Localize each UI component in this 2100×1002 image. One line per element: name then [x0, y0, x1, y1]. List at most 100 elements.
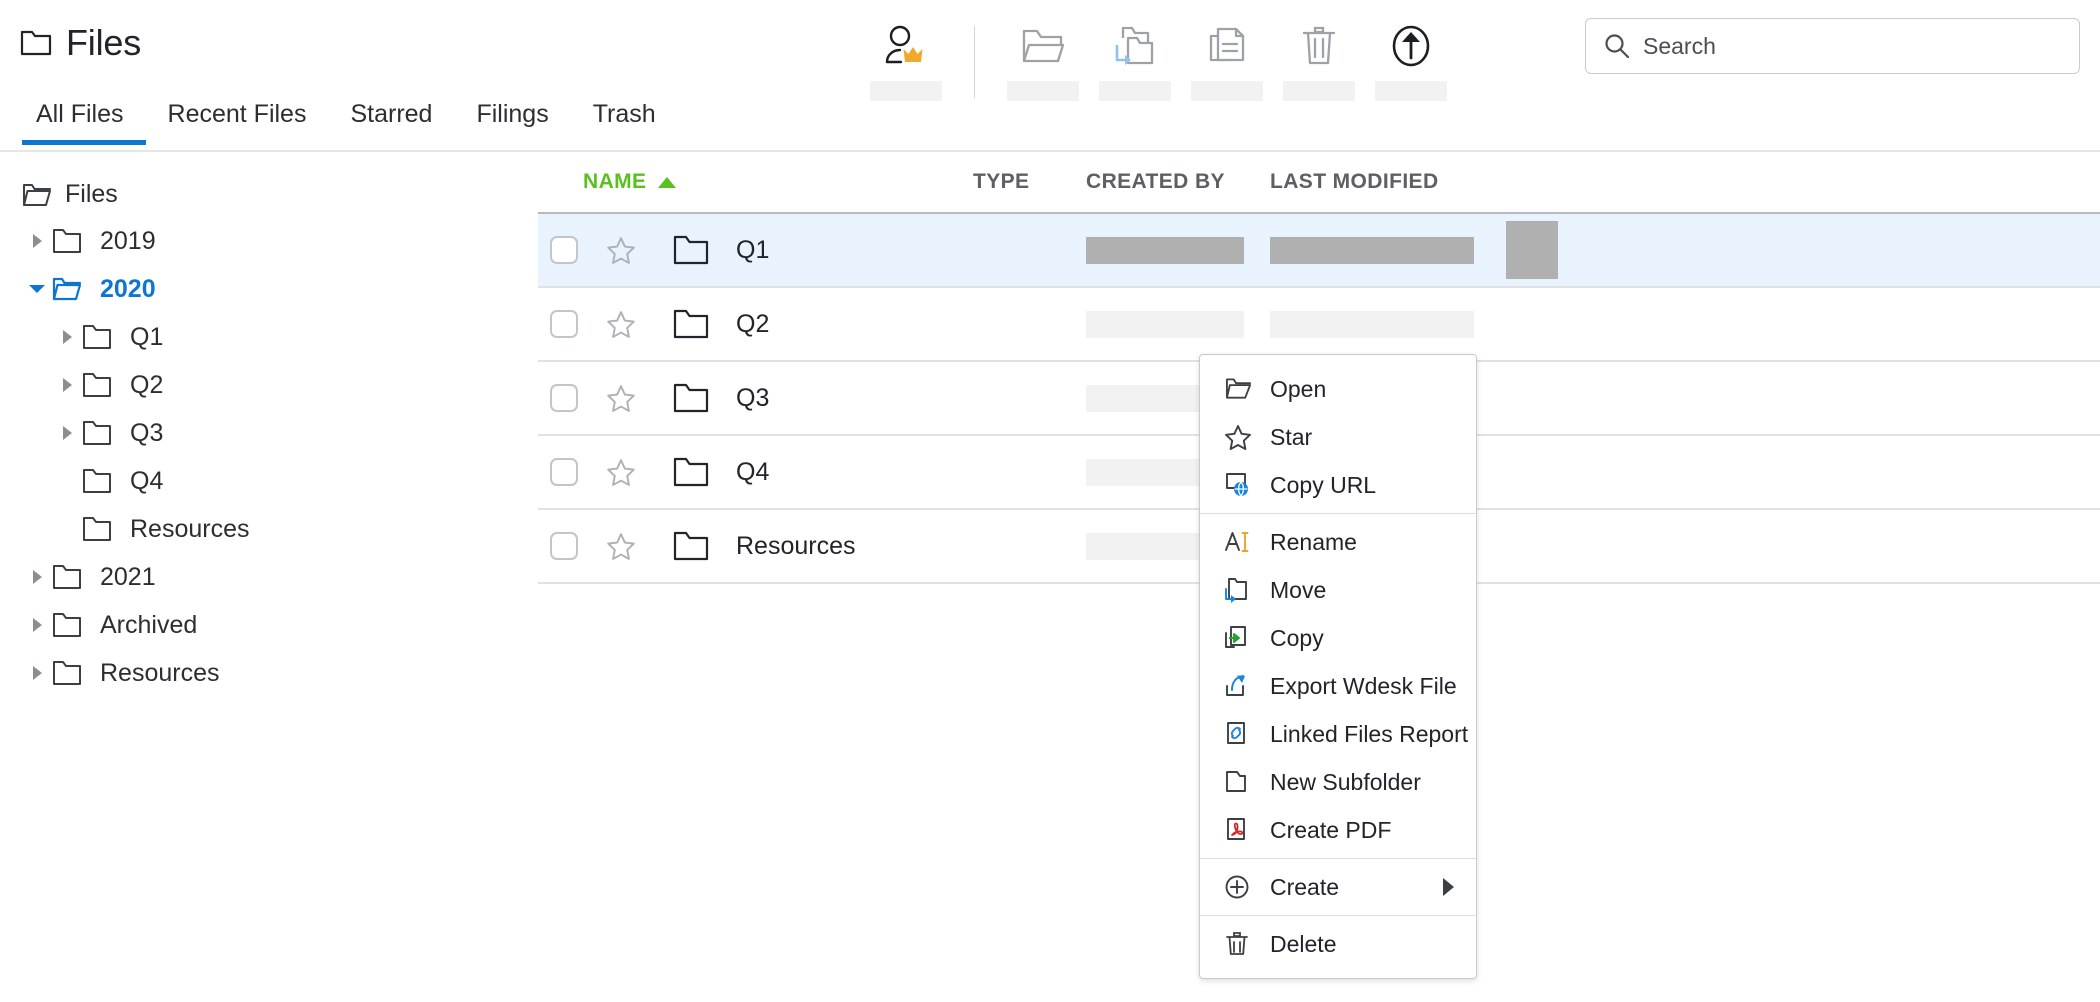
folder-icon	[652, 383, 730, 413]
caret-right-icon[interactable]	[22, 226, 52, 256]
context-menu-group: Rename Move Copy Export Wdesk File Linked Fi…	[1200, 513, 1476, 858]
toolbar-button-copy[interactable]	[1181, 10, 1273, 101]
link-document-icon	[1220, 721, 1256, 748]
caret-right-icon[interactable]	[22, 658, 52, 688]
body-area: Files 2019 2020 Q1 Q2 Q3 Q4 Resources 2021 Archi…	[0, 152, 2100, 1002]
copy-documents-icon	[1205, 24, 1249, 68]
context-menu-item-label: Linked Files Report	[1270, 720, 1469, 747]
caret-right-icon[interactable]	[52, 322, 82, 352]
row-checkbox[interactable]	[538, 383, 590, 413]
context-menu-item-create-pdf[interactable]: Create PDF	[1200, 806, 1476, 854]
created-by-placeholder	[1086, 310, 1244, 338]
copy-url-globe-icon	[1220, 472, 1256, 499]
caret-right-icon[interactable]	[52, 418, 82, 448]
context-menu-item-label: Star	[1270, 423, 1313, 450]
row-star-icon[interactable]	[590, 532, 652, 561]
trash-icon	[1299, 24, 1339, 68]
context-menu-item-create[interactable]: Create	[1200, 863, 1476, 911]
sidebar-root-files[interactable]: Files	[0, 172, 538, 217]
row-checkbox[interactable]	[538, 235, 590, 265]
sidebar-item-q2[interactable]: Q2	[0, 361, 538, 409]
context-menu-item-copy-url[interactable]: Copy URL	[1200, 461, 1476, 509]
toolbar-divider	[974, 26, 975, 98]
context-menu-item-label: Export Wdesk File	[1270, 672, 1457, 699]
table-row[interactable]: Q2	[538, 288, 2100, 362]
caret-spacer	[52, 514, 82, 544]
row-name: Resources	[736, 531, 856, 560]
sidebar-item-q4[interactable]: Q4	[0, 457, 538, 505]
context-menu-item-open[interactable]: Open	[1200, 365, 1476, 413]
toolbar-button-delete[interactable]	[1273, 10, 1365, 101]
tab-filings[interactable]: Filings	[454, 100, 570, 143]
folder-open-icon	[22, 182, 52, 208]
toolbar-button-open[interactable]	[997, 10, 1089, 101]
context-menu-item-label: Copy URL	[1270, 471, 1377, 498]
sidebar-item-2020[interactable]: 2020	[0, 265, 538, 313]
context-menu-item-label: Create	[1270, 873, 1340, 900]
sidebar-item-label: Q2	[130, 370, 164, 399]
context-menu-item-label: Open	[1270, 375, 1327, 402]
caret-right-icon[interactable]	[22, 610, 52, 640]
sidebar-item-list: 2019 2020 Q1 Q2 Q3 Q4 Resources 2021 Archived Res…	[0, 217, 538, 697]
sidebar-item-label: Q4	[130, 466, 164, 495]
row-checkbox[interactable]	[538, 531, 590, 561]
sidebar-item-2019[interactable]: 2019	[0, 217, 538, 265]
folder-move-icon	[1112, 24, 1158, 68]
column-header-name[interactable]: NAME	[583, 170, 677, 194]
row-name: Q4	[736, 457, 770, 486]
row-star-icon[interactable]	[590, 310, 652, 339]
context-menu-item-new-subfolder[interactable]: New Subfolder	[1200, 758, 1476, 806]
folder-icon	[20, 29, 52, 57]
context-menu-item-delete[interactable]: Delete	[1200, 920, 1476, 968]
row-star-icon[interactable]	[590, 458, 652, 487]
toolbar-button-permissions[interactable]	[860, 10, 952, 101]
folder-icon	[652, 457, 730, 487]
table-row[interactable]: Q1	[538, 214, 2100, 288]
rename-text-cursor-icon	[1220, 529, 1256, 556]
table-header-row: NAME TYPE CREATED BY LAST MODIFIED	[538, 152, 2100, 214]
sidebar-item-q1[interactable]: Q1	[0, 313, 538, 361]
page-title: Files	[20, 22, 141, 64]
row-star-icon[interactable]	[590, 384, 652, 413]
column-header-last-modified[interactable]: LAST MODIFIED	[1270, 170, 1439, 194]
row-actions-placeholder	[1506, 221, 1558, 279]
column-header-created-by[interactable]: CREATED BY	[1086, 170, 1225, 194]
trash-icon	[1220, 931, 1256, 958]
new-folder-icon	[1220, 769, 1256, 796]
sidebar-item-resources[interactable]: Resources	[0, 649, 538, 697]
sidebar-item-q3[interactable]: Q3	[0, 409, 538, 457]
sidebar-item-archived[interactable]: Archived	[0, 601, 538, 649]
toolbar-button-upload[interactable]	[1365, 10, 1457, 101]
folder-open-icon	[52, 276, 92, 302]
context-menu-item-linked-files-report[interactable]: Linked Files Report	[1200, 710, 1476, 758]
row-checkbox[interactable]	[538, 457, 590, 487]
tab-recent-files[interactable]: Recent Files	[146, 100, 329, 143]
context-menu-item-label: New Subfolder	[1270, 768, 1421, 795]
toolbar-button-move[interactable]	[1089, 10, 1181, 101]
context-menu-item-copy[interactable]: Copy	[1200, 614, 1476, 662]
caret-right-icon[interactable]	[22, 562, 52, 592]
tab-trash[interactable]: Trash	[571, 100, 678, 143]
toolbar-label-skeleton	[1283, 81, 1355, 101]
toolbar-label-skeleton	[1191, 81, 1263, 101]
sidebar-item-label: Resources	[130, 514, 250, 543]
sidebar-item-label: Q1	[130, 322, 164, 351]
context-menu-item-rename[interactable]: Rename	[1200, 518, 1476, 566]
export-arrow-icon	[1220, 673, 1256, 700]
context-menu-item-export-wdesk-file[interactable]: Export Wdesk File	[1200, 662, 1476, 710]
sidebar-item-resources[interactable]: Resources	[0, 505, 538, 553]
sidebar-item-2021[interactable]: 2021	[0, 553, 538, 601]
search-box[interactable]	[1585, 18, 2080, 74]
folder-icon	[82, 516, 122, 542]
tab-all-files[interactable]: All Files	[22, 100, 146, 145]
row-star-icon[interactable]	[590, 236, 652, 265]
row-name: Q1	[736, 235, 770, 264]
search-input[interactable]	[1643, 32, 2061, 60]
column-header-type[interactable]: TYPE	[973, 170, 1029, 194]
context-menu-item-star[interactable]: Star	[1200, 413, 1476, 461]
caret-down-icon[interactable]	[22, 274, 52, 304]
caret-right-icon[interactable]	[52, 370, 82, 400]
context-menu-item-move[interactable]: Move	[1200, 566, 1476, 614]
tab-starred[interactable]: Starred	[328, 100, 454, 143]
row-checkbox[interactable]	[538, 309, 590, 339]
